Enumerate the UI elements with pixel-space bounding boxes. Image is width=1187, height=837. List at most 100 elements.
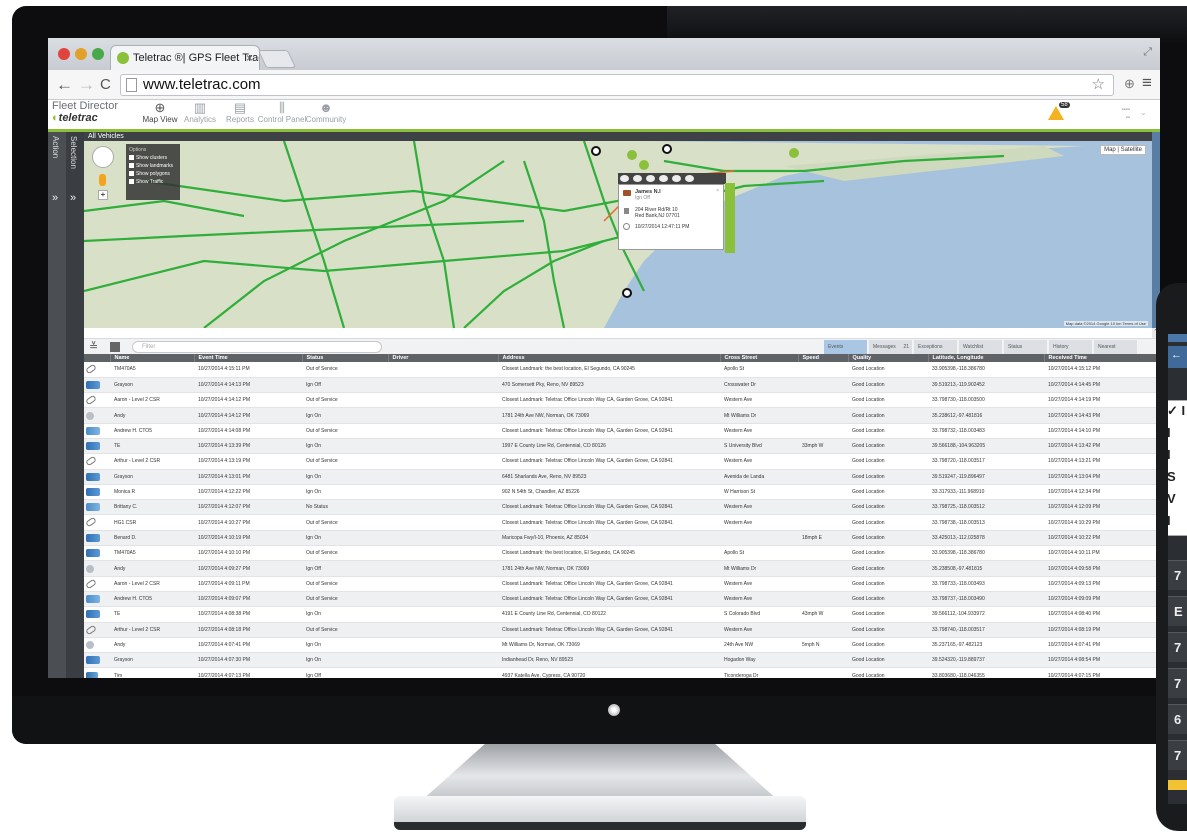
phone-list-row[interactable]: 7 <box>1168 740 1187 770</box>
table-row[interactable]: Arthur - Level 2 CSR 10/27/2014 4:08:18 P… <box>84 622 1160 638</box>
alert-warning-icon[interactable] <box>1048 106 1064 120</box>
phone-list-row[interactable]: 7 <box>1168 632 1187 662</box>
popup-expand-arrow[interactable] <box>725 183 735 253</box>
table-row[interactable]: Grayson 10/27/2014 4:13:01 PM Ign On 6481 S… <box>84 469 1160 485</box>
map-pan-control[interactable] <box>92 146 114 168</box>
selection-panel-rail[interactable]: Selection » <box>66 132 84 678</box>
user-account[interactable]: ▪▪▪▪ ▪▪ <box>1104 106 1130 122</box>
column-header-driver[interactable]: Driver <box>388 354 499 362</box>
expand-action-icon[interactable]: » <box>52 192 58 204</box>
tab-close-icon[interactable]: × <box>246 46 253 70</box>
column-header-lat-long[interactable]: Latitude, Longitude <box>928 354 1045 362</box>
phone-list-row[interactable]: E <box>1168 596 1187 626</box>
tab-events[interactable]: Events <box>824 340 868 354</box>
phone-list-row[interactable]: 7 <box>1168 560 1187 590</box>
nav-community[interactable]: ☻ Community <box>296 100 356 124</box>
cell-latlng: 35.238612,-97.481816 <box>928 407 1044 424</box>
browser-tab[interactable]: Teletrac ®| GPS Fleet Track × <box>110 45 260 70</box>
close-window-button[interactable] <box>58 48 70 60</box>
clock-icon <box>623 223 630 230</box>
tab-history[interactable]: History <box>1049 340 1093 354</box>
phone-menu-item[interactable]: ✓ I <box>1168 403 1185 419</box>
table-row[interactable]: Arthur - Level 2 CSR 10/27/2014 4:13:19 P… <box>84 453 1160 470</box>
back-button[interactable]: ← <box>56 75 73 95</box>
column-header-speed[interactable]: Speed <box>798 354 849 362</box>
table-row[interactable]: HG1 CSR 10/27/2014 4:10:27 PM Out of Servi… <box>84 514 1160 531</box>
street-view-pegman-icon[interactable] <box>99 174 106 186</box>
column-chooser-icon[interactable] <box>110 342 120 352</box>
option-show-polygons[interactable]: Show polygons <box>129 170 177 178</box>
map-panel[interactable]: All Vehicles Map | Satellite Options Sho… <box>84 132 1152 328</box>
minimize-window-button[interactable] <box>75 48 87 60</box>
forward-button[interactable]: → <box>78 75 95 95</box>
map-type-toggle[interactable]: Map | Satellite <box>1100 145 1146 155</box>
collapse-grid-icon[interactable]: ≚ <box>89 340 98 353</box>
extension-icon[interactable]: ⊕ <box>1124 76 1135 92</box>
action-panel-rail[interactable]: Action » <box>48 132 66 678</box>
option-show-landmarks[interactable]: Show landmarks <box>129 162 177 170</box>
popup-history-icon[interactable] <box>633 175 642 182</box>
new-tab-button[interactable] <box>257 50 297 68</box>
user-menu-chevron-icon[interactable]: ⌄ <box>1140 108 1147 117</box>
maximize-window-button[interactable] <box>92 48 104 60</box>
popup-search-icon[interactable] <box>672 175 681 182</box>
fullscreen-icon[interactable]: ⤢ <box>1143 46 1152 59</box>
phone-menu-item[interactable]: V <box>1168 491 1176 506</box>
filter-input[interactable]: Filter <box>132 341 382 353</box>
phone-list-row[interactable]: 6 <box>1168 704 1187 734</box>
table-row[interactable]: Andy 10/27/2014 4:09:27 PM Ign Off 1781 24t… <box>84 560 1160 577</box>
table-row[interactable]: Andrew H. CTO5 10/27/2014 4:14:08 PM Out o… <box>84 423 1160 439</box>
table-row[interactable]: Benard D. 10/27/2014 4:10:19 PM Ign On Mari… <box>84 530 1160 547</box>
column-header-name[interactable]: Name <box>110 354 195 362</box>
column-header-address[interactable]: Address <box>498 354 721 362</box>
table-row[interactable]: Tim 10/27/2014 4:07:13 PM Ign Off 4937 Kate… <box>84 667 1160 678</box>
phone-menu-item[interactable]: S <box>1168 469 1176 484</box>
table-row[interactable]: TM470A5 10/27/2014 4:15:11 PM Out of Servi… <box>84 362 1160 378</box>
bookmark-star-icon[interactable]: ☆ <box>1092 75 1105 95</box>
address-bar[interactable]: www.teletrac.com ☆ <box>120 74 1114 96</box>
expand-selection-icon[interactable]: » <box>70 192 76 204</box>
table-row[interactable]: Grayson 10/27/2014 4:14:13 PM Ign Off 470 S… <box>84 377 1160 394</box>
zoom-in-button[interactable]: + <box>98 190 108 200</box>
table-row[interactable]: TM470A5 10/27/2014 4:10:10 PM Out of Servi… <box>84 545 1160 562</box>
phone-menu-item[interactable]: I <box>1168 425 1171 440</box>
popup-message-icon[interactable] <box>646 175 655 182</box>
table-row[interactable]: Aaron - Level 2 CSR 10/27/2014 4:14:12 PM… <box>84 392 1160 409</box>
table-row[interactable]: Grayson 10/27/2014 4:07:30 PM Ign On Indian… <box>84 652 1160 669</box>
phone-list-row[interactable]: 7 <box>1168 668 1187 698</box>
option-show-clusters[interactable]: Show clusters <box>129 154 177 162</box>
column-header-quality[interactable]: Quality <box>848 354 929 362</box>
tab-exceptions[interactable]: Exceptions <box>914 340 958 354</box>
phone-back-icon[interactable]: ← <box>1171 349 1182 361</box>
table-row[interactable]: Aaron - Level 2 CSR 10/27/2014 4:09:11 PM… <box>84 576 1160 592</box>
tab-nearest[interactable]: Nearest <box>1094 340 1138 354</box>
column-header-status[interactable]: Status <box>302 354 389 362</box>
table-row[interactable]: Andrew H. CTO5 10/27/2014 4:09:07 PM Out o… <box>84 591 1160 608</box>
vehicle-info-popup[interactable]: James N.I Ign Off × 204 River Rd/Rt 10 Re… <box>618 173 735 253</box>
popup-route-icon[interactable] <box>659 175 668 182</box>
events-table-container[interactable]: Name Event Time Status Driver Address Cross S… <box>84 354 1160 678</box>
table-row[interactable]: Brittany C. 10/27/2014 4:12:07 PM No Statu… <box>84 499 1160 516</box>
phone-menu-item[interactable]: I <box>1168 447 1171 462</box>
option-show-traffic[interactable]: Show Traffic <box>129 178 177 186</box>
popup-settings-icon[interactable] <box>685 175 694 182</box>
table-row[interactable]: Andy 10/27/2014 4:14:12 PM Ign On 1781 24th… <box>84 407 1160 424</box>
table-row[interactable]: Monica R 10/27/2014 4:12:22 PM Ign On 902 N… <box>84 484 1160 501</box>
vehicle-icon-cell <box>84 606 110 623</box>
phone-menu-item[interactable]: I <box>1168 513 1171 528</box>
fleet-director-logo[interactable]: Fleet Director ◐teletrac <box>52 101 128 124</box>
tab-status[interactable]: Status <box>1004 340 1048 354</box>
column-header-received-time[interactable]: Received Time <box>1044 354 1160 362</box>
popup-pin-icon[interactable] <box>620 175 629 182</box>
tab-messages[interactable]: Messages 21 <box>869 340 913 354</box>
reload-button[interactable]: C <box>100 76 111 93</box>
browser-menu-icon[interactable]: ≡ <box>1142 73 1152 93</box>
column-header-icon[interactable] <box>84 354 111 362</box>
table-row[interactable]: Andy 10/27/2014 4:07:41 PM Ign On Mt Willia… <box>84 637 1160 654</box>
table-row[interactable]: TE 10/27/2014 4:13:39 PM Ign On 1997 E Coun… <box>84 438 1160 455</box>
column-header-event-time[interactable]: Event Time <box>194 354 303 362</box>
table-row[interactable]: TE 10/27/2014 4:08:38 PM Ign On 4191 E Coun… <box>84 606 1160 623</box>
column-header-cross-street[interactable]: Cross Street <box>720 354 799 362</box>
popup-close-icon[interactable]: × <box>716 188 719 194</box>
tab-watchlist[interactable]: Watchlist <box>959 340 1003 354</box>
